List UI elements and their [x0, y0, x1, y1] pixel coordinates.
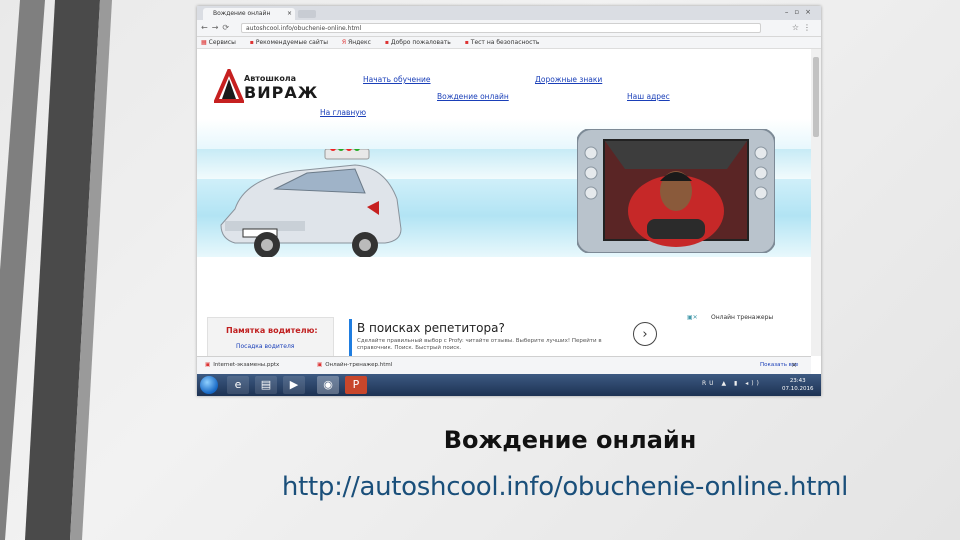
chevron-right-icon[interactable]: ›: [633, 322, 657, 346]
clock-date: 07.10.2016: [782, 386, 814, 392]
media-player-icon[interactable]: ▶: [283, 376, 305, 394]
bookmark-item[interactable]: ▪ Рекомендуемые сайты: [250, 39, 328, 46]
close-icon[interactable]: ×: [287, 8, 292, 20]
bookmark-item[interactable]: Я Яндекс: [342, 39, 371, 46]
logo-subtitle: Автошкола: [244, 74, 297, 83]
bookmark-item[interactable]: ▦ Сервисы: [201, 39, 236, 46]
html-file-icon: ▣: [317, 362, 323, 368]
test-icon: ▪: [464, 39, 469, 46]
explorer-icon[interactable]: ▤: [255, 376, 277, 394]
close-icon[interactable]: ×: [791, 361, 797, 369]
pptx-file-icon: ▣: [205, 362, 211, 368]
ad-title: В поисках репетитора?: [357, 321, 505, 335]
browser-menu-icon[interactable]: ☆⋮: [792, 23, 815, 32]
powerpoint-icon[interactable]: P: [345, 376, 367, 394]
browser-tab[interactable]: Вождение онлайн ×: [203, 8, 295, 20]
page-scrollbar[interactable]: [811, 49, 821, 356]
apps-icon: ▦: [201, 39, 207, 46]
yandex-icon: Я: [341, 39, 347, 46]
memo-title: Памятка водителю:: [226, 326, 318, 335]
nav-link-address[interactable]: Наш адрес: [627, 92, 670, 101]
bookmark-item[interactable]: ▪ Добро пожаловать: [385, 39, 451, 46]
slide-stripes: [0, 0, 112, 540]
driver-tablet-illustration: [577, 129, 775, 253]
nav-buttons[interactable]: ←→⟳: [201, 23, 233, 32]
browser-screenshot: Вождение онлайн × –▫× ←→⟳ autoshcool.inf…: [197, 6, 821, 396]
slide-caption: Вождение онлайн: [443, 426, 697, 454]
bookmarks-bar: ▦ Сервисы ▪ Рекомендуемые сайты Я Яндекс ▪ Д…: [197, 37, 821, 49]
clock-time: 23:43: [789, 378, 806, 384]
nav-link-start[interactable]: Начать обучение: [363, 75, 431, 84]
new-tab-button[interactable]: [298, 10, 316, 18]
windows-taskbar: e ▤ ▶ ◉ P RU ▲ ▮ ◂)) 23:43 07.10.2016: [197, 374, 821, 396]
slide-url[interactable]: http://autoshcool.info/obuchenie-online.…: [0, 472, 960, 502]
system-tray[interactable]: RU ▲ ▮ ◂)): [702, 380, 762, 387]
download-item[interactable]: ▣ Internet-экзамены.pptx: [205, 362, 279, 368]
logo-title: ВИРАЖ: [244, 83, 319, 102]
ad-close-icon[interactable]: ▣✕: [687, 314, 701, 321]
memo-panel: Памятка водителю: Посадка водителя: [207, 317, 334, 356]
page-icon: ▪: [249, 39, 254, 46]
tab-bar: Вождение онлайн × –▫×: [197, 6, 821, 20]
start-button[interactable]: [200, 376, 218, 394]
memo-link[interactable]: Посадка водителя: [236, 343, 294, 350]
address-url: autoshcool.info/obuchenie-online.html: [246, 25, 362, 32]
tab-title: Вождение онлайн: [213, 10, 271, 17]
page-icon: ▪: [384, 39, 389, 46]
logo-triangle-icon: [214, 69, 244, 103]
web-page: Автошкола ВИРАЖ Начать обучение Дорожные…: [197, 49, 811, 356]
navigation-bar: ←→⟳ autoshcool.info/obuchenie-online.htm…: [197, 20, 821, 37]
chrome-icon[interactable]: ◉: [317, 376, 339, 394]
ad-banner[interactable]: В поисках репетитора? Сделайте правильны…: [349, 319, 662, 356]
scroll-thumb[interactable]: [813, 57, 819, 137]
downloads-bar: ▣ Internet-экзамены.pptx ▣ Онлайн-тренажер…: [197, 356, 811, 375]
taskbar-clock[interactable]: 23:43 07.10.2016: [782, 377, 814, 393]
bookmark-item[interactable]: ▪ Тест на безопасность: [465, 39, 540, 46]
ad-text: Сделайте правильный выбор с Profy: читай…: [357, 338, 602, 351]
ie-icon[interactable]: e: [227, 376, 249, 394]
bottom-content: Памятка водителю: Посадка водителя В пои…: [197, 257, 811, 356]
download-item[interactable]: ▣ Онлайн-тренажер.html: [317, 362, 392, 368]
nav-link-driving[interactable]: Вождение онлайн: [437, 92, 509, 101]
site-logo[interactable]: Автошкола ВИРАЖ: [214, 69, 324, 105]
nav-link-signs[interactable]: Дорожные знаки: [535, 75, 602, 84]
online-trainers-link[interactable]: Онлайн тренажеры: [711, 314, 773, 321]
nav-link-home[interactable]: На главную: [320, 108, 366, 117]
car-illustration: [220, 149, 402, 258]
address-bar[interactable]: autoshcool.info/obuchenie-online.html: [241, 23, 761, 33]
window-controls[interactable]: –▫×: [785, 8, 817, 16]
